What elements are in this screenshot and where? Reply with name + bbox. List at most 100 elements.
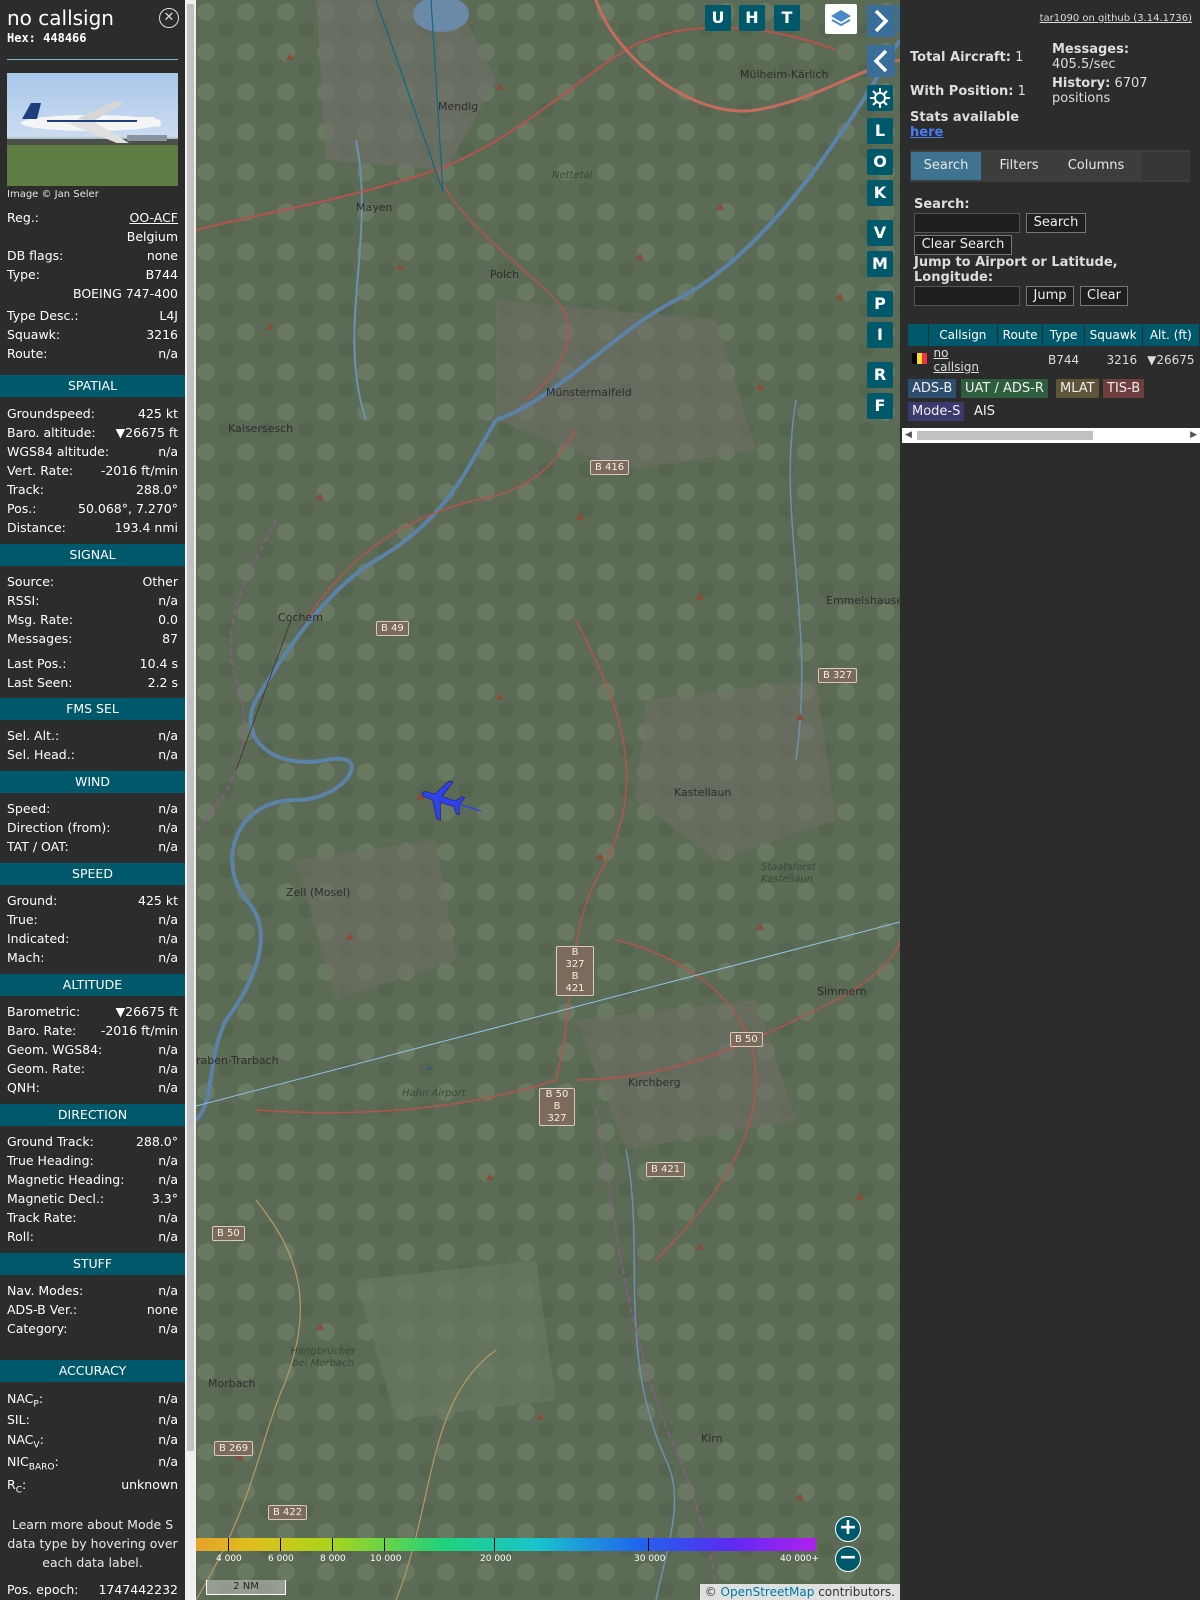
rc-value: unknown — [121, 1477, 178, 1492]
button-m[interactable]: M — [867, 251, 893, 277]
table-row[interactable]: no callsign B744 3216 ▼26675 — [908, 346, 1200, 374]
clear-search-button[interactable]: Clear Search — [914, 235, 1012, 255]
distance-value: 193.4 nmi — [114, 520, 178, 535]
panel-header: no callsign Hex: 448466 ✕ — [0, 0, 185, 50]
layers-icon[interactable] — [825, 4, 857, 34]
geom-rate-row: Geom. Rate: n/a — [7, 1059, 178, 1078]
scroll-right-arrow-icon[interactable]: ▶ — [1190, 430, 1197, 440]
last-seen-label: Last Seen: — [7, 675, 73, 690]
baro-rate-label: Baro. Rate: — [7, 1023, 77, 1038]
map-label-polch: Polch — [490, 268, 520, 281]
sil-value: n/a — [158, 1412, 178, 1427]
geom-rate-label: Geom. Rate: — [7, 1061, 86, 1076]
selected-callsign: no callsign — [7, 6, 114, 30]
button-r[interactable]: R — [867, 362, 893, 388]
info-panel-scrollbar[interactable] — [185, 0, 196, 1600]
last-pos-row: Last Pos.: 10.4 s — [7, 654, 178, 673]
section-direction[interactable]: DIRECTION — [0, 1104, 185, 1126]
button-v[interactable]: V — [867, 220, 893, 246]
barometric-value: ▼26675 ft — [115, 1004, 178, 1019]
button-t[interactable]: T — [774, 5, 800, 31]
column-header-route[interactable]: Route — [997, 324, 1044, 346]
msg-rate-row: Msg. Rate: 0.0 — [7, 610, 178, 629]
search-button[interactable]: Search — [1026, 213, 1086, 233]
ground-speed-row: Ground: 425 kt — [7, 891, 178, 910]
button-h[interactable]: H — [739, 5, 765, 31]
tat-oat-row: TAT / OAT: n/a — [7, 837, 178, 856]
section-altitude[interactable]: ALTITUDE — [0, 974, 185, 996]
button-i[interactable]: I — [867, 322, 893, 348]
column-header-type[interactable]: Type — [1042, 324, 1085, 346]
nav-modes-value: n/a — [158, 1283, 178, 1298]
source-value: Other — [142, 574, 179, 589]
section-speed[interactable]: SPEED — [0, 863, 185, 885]
search-input[interactable] — [914, 213, 1020, 233]
zoom-out-button[interactable]: − — [835, 1546, 861, 1572]
github-link[interactable]: tar1090 on github (3.14.1736) — [1040, 13, 1192, 24]
road-shield: B 327 — [818, 668, 858, 683]
aircraft-photo[interactable] — [7, 73, 178, 186]
section-spatial[interactable]: SPATIAL — [0, 375, 185, 397]
type-full-value: BOEING 747-400 — [72, 286, 178, 301]
selected-aircraft-panel: no callsign Hex: 448466 ✕ Image © Jan Se… — [0, 0, 185, 1600]
column-header-callsign[interactable]: Callsign — [928, 324, 998, 346]
indicated-speed-value: n/a — [158, 931, 178, 946]
button-k[interactable]: K — [867, 180, 893, 206]
selected-hex: Hex: 448466 — [7, 31, 178, 45]
table-scrollbar[interactable]: ◀ ▶ — [902, 428, 1200, 443]
section-accuracy[interactable]: ACCURACY — [0, 1360, 185, 1382]
type-label: Type: — [7, 267, 40, 282]
button-o[interactable]: O — [867, 149, 893, 175]
sel-head-row: Sel. Head.: n/a — [7, 745, 178, 764]
zoom-in-button[interactable]: + — [835, 1516, 861, 1542]
table-scrollbar-thumb[interactable] — [917, 431, 1093, 440]
expand-right-icon[interactable] — [867, 5, 895, 37]
map-attribution: © OpenStreetMap contributors. — [699, 1584, 900, 1600]
map-label-kirn: Kirn — [701, 1432, 723, 1445]
jump-button[interactable]: Jump — [1026, 286, 1074, 306]
pos-epoch-value: 1747442232 — [98, 1582, 178, 1597]
section-wind[interactable]: WIND — [0, 771, 185, 793]
scroll-left-arrow-icon[interactable]: ◀ — [905, 430, 912, 440]
category-value: n/a — [158, 1321, 178, 1336]
row-callsign[interactable]: no callsign — [929, 346, 998, 374]
reg-link[interactable]: OO-ACF — [129, 208, 178, 227]
map-label-simmern: Simmern — [817, 985, 867, 998]
section-fms-sel[interactable]: FMS SEL — [0, 698, 185, 720]
groundspeed-value: 425 kt — [138, 406, 178, 421]
stats-here-link[interactable]: here — [910, 125, 943, 140]
column-header-altitude[interactable]: Alt. (ft) — [1142, 324, 1200, 346]
roll-label: Roll: — [7, 1229, 34, 1244]
tab-search[interactable]: Search — [911, 152, 981, 180]
map-label-kaisersesch: Kaisersesch — [228, 422, 294, 435]
gear-icon[interactable] — [867, 85, 893, 111]
collapse-left-icon[interactable] — [867, 45, 895, 77]
section-signal[interactable]: SIGNAL — [0, 544, 185, 566]
osm-link[interactable]: OpenStreetMap — [721, 1585, 815, 1599]
map-label-cochem: Cochem — [278, 611, 323, 624]
scrollbar-thumb[interactable] — [187, 4, 194, 1451]
button-u[interactable]: U — [705, 5, 731, 31]
true-heading-row: True Heading: n/a — [7, 1151, 178, 1170]
source-label: Source: — [7, 574, 55, 589]
button-p[interactable]: P — [867, 291, 893, 317]
close-icon[interactable]: ✕ — [159, 8, 179, 28]
geom-wgs84-value: n/a — [158, 1042, 178, 1057]
legend-label: 6 000 — [268, 1554, 294, 1564]
tab-columns[interactable]: Columns — [1056, 152, 1136, 180]
button-f[interactable]: F — [867, 393, 893, 419]
section-stuff[interactable]: STUFF — [0, 1253, 185, 1275]
last-seen-value: 2.2 s — [147, 675, 178, 690]
map-view[interactable]: Mendig Mayen Polch Mülheim-Kärlich Kaise… — [196, 0, 900, 1600]
clear-button[interactable]: Clear — [1080, 286, 1128, 306]
jump-input[interactable] — [914, 286, 1020, 306]
tab-filters[interactable]: Filters — [989, 152, 1049, 180]
adsb-ver-value: none — [146, 1302, 178, 1317]
road-shield: B 416 — [590, 460, 630, 475]
road-shield: B 50 B 327 — [539, 1088, 575, 1126]
distance-label: Distance: — [7, 520, 66, 535]
legend-label: 30 000 — [634, 1554, 666, 1564]
button-l[interactable]: L — [867, 118, 893, 144]
row-altitude: ▼26675 — [1147, 353, 1195, 367]
column-header-squawk[interactable]: Squawk — [1084, 324, 1143, 346]
